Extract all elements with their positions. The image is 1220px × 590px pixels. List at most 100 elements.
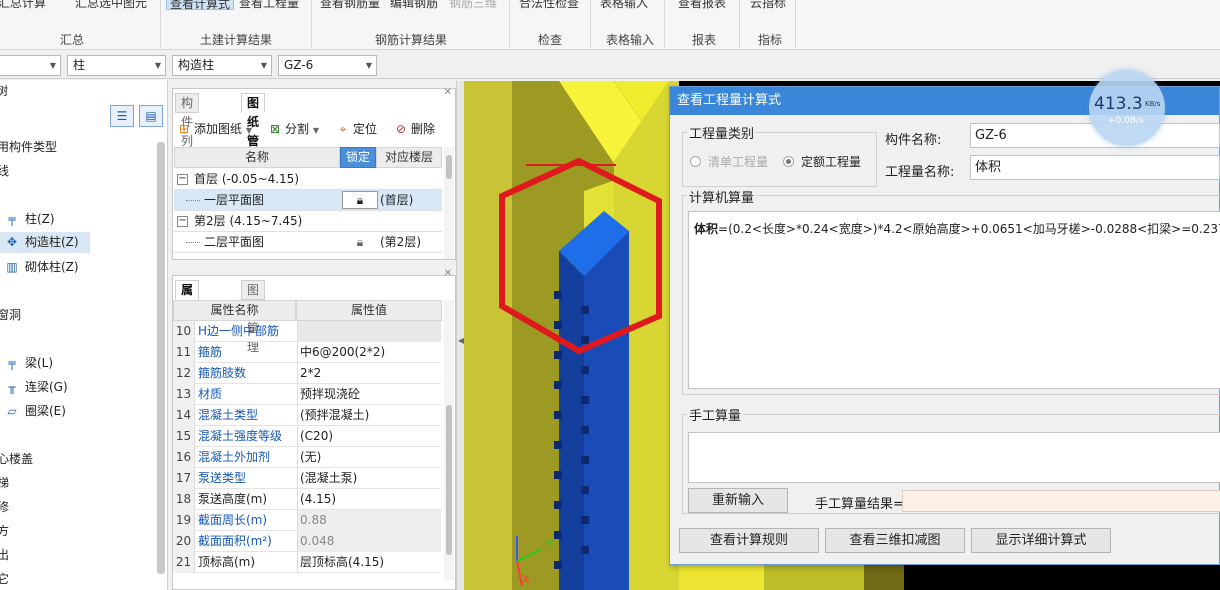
radio-quota-quantity[interactable]: 定额工程量 <box>783 153 861 170</box>
subtype-select[interactable]: 构造柱 ▼ <box>172 55 272 76</box>
property-value[interactable]: (预拌混凝土) <box>297 405 441 426</box>
tree-item-other[interactable]: 它 <box>0 570 9 587</box>
property-row[interactable]: 15 混凝土强度等级 (C20) <box>173 426 441 447</box>
view-report-button[interactable]: 查看报表 <box>678 0 726 11</box>
manual-input-textbox[interactable] <box>688 432 1220 483</box>
view-rebar-button[interactable]: 查看钢筋量 <box>320 0 380 11</box>
tree-item-masonry-column[interactable]: ▥ 砌体柱(Z) <box>5 258 78 275</box>
scroll-thumb[interactable] <box>446 405 452 555</box>
column-header-property-name[interactable]: 属性名称 <box>173 300 296 321</box>
property-row[interactable]: 19 截面周长(m) 0.88 <box>173 510 441 531</box>
drawing-group-row[interactable]: − 首层 (-0.05~4.15) <box>174 169 442 190</box>
property-row[interactable]: 13 材质 预拌现浇砼 <box>173 384 441 405</box>
tree-scrollbar[interactable] <box>157 142 165 574</box>
view-calc-rules-button[interactable]: 查看计算规则 <box>679 528 819 553</box>
property-value[interactable]: 中6@200(2*2) <box>297 342 441 363</box>
tab-drawing-management[interactable]: 图纸管理 <box>241 93 266 167</box>
property-row[interactable]: 16 混凝土外加剂 (无) <box>173 447 441 468</box>
reenter-button[interactable]: 重新输入 <box>688 488 788 513</box>
column-header-lock[interactable]: 锁定 <box>340 147 376 168</box>
property-value[interactable]: (混凝土泵) <box>297 468 441 489</box>
tree-item-openings[interactable]: 窗洞 <box>0 306 21 323</box>
drawing-scrollbar[interactable] <box>444 147 454 259</box>
floor-select[interactable]: ▼ <box>0 55 61 76</box>
view-3d-deduction-button[interactable]: 查看三维扣减图 <box>825 528 965 553</box>
column-header-name[interactable]: 名称 <box>174 147 340 168</box>
property-value[interactable] <box>297 321 441 342</box>
tree-item-protruding[interactable]: 出 <box>0 546 9 563</box>
scroll-thumb[interactable] <box>446 155 452 179</box>
tree-item-hollow-floor[interactable]: 心楼盖 <box>0 450 33 467</box>
column-header-property-value[interactable]: 属性值 <box>296 300 442 321</box>
tree-item-constructional-column[interactable]: ✥ 构造柱(Z) <box>0 232 90 253</box>
panel-splitter[interactable]: ◀ <box>456 81 464 590</box>
collapse-icon[interactable]: − <box>177 216 188 227</box>
property-row[interactable]: 18 泵送高度(m) (4.15) <box>173 489 441 510</box>
view-formula-button[interactable]: 查看计算式 <box>166 0 235 11</box>
network-upload-speed: +0.0B/s <box>1108 116 1144 126</box>
collapse-icon[interactable]: − <box>177 174 188 185</box>
property-row[interactable]: 12 箍筋肢数 2*2 <box>173 363 441 384</box>
tree-item-label: 连梁(G) <box>25 380 68 394</box>
component-select[interactable]: GZ-6 ▼ <box>278 55 377 76</box>
property-value[interactable]: 2*2 <box>297 363 441 384</box>
delete-button[interactable]: ⊘ 删除 <box>394 120 435 137</box>
locate-button[interactable]: ⌖ 定位 <box>336 120 377 137</box>
tree-item-coupling-beam[interactable]: ╥ 连梁(G) <box>5 378 68 395</box>
close-icon[interactable]: ✕ <box>444 268 452 279</box>
detail-view-icon[interactable]: ▤ <box>139 105 163 127</box>
tree-item-stairs[interactable]: 梯 <box>0 474 9 491</box>
property-value[interactable]: (C20) <box>297 426 441 447</box>
type-select[interactable]: 柱 ▼ <box>67 55 166 76</box>
rebar-3d-button[interactable]: 钢筋三维 <box>449 0 497 11</box>
property-value[interactable]: 层顶标高(4.15) <box>297 552 441 573</box>
split-button[interactable]: ⊠ 分割 ▼ <box>268 120 319 137</box>
tab-component-list[interactable]: 构件列表 <box>175 93 200 167</box>
ribbon-divider <box>664 0 665 48</box>
quantity-name-field[interactable]: 体积 <box>970 155 1220 180</box>
list-view-icon[interactable]: ☰ <box>110 105 134 127</box>
tree-item-ring-beam[interactable]: ▱ 圈梁(E) <box>5 402 66 419</box>
component-name-label: 构件名称: <box>885 133 942 148</box>
show-detailed-formula-button[interactable]: 显示详细计算式 <box>971 528 1111 553</box>
property-row[interactable]: 17 泵送类型 (混凝土泵) <box>173 468 441 489</box>
property-row[interactable]: 21 顶标高(m) 层顶标高(4.15) <box>173 552 441 573</box>
delete-label: 删除 <box>411 122 436 136</box>
property-row[interactable]: 11 箍筋 中6@200(2*2) <box>173 342 441 363</box>
add-drawing-button[interactable]: ⊞ 添加图纸 ▼ <box>177 120 252 137</box>
property-row[interactable]: 14 混凝土类型 (预拌混凝土) <box>173 405 441 426</box>
drawing-row[interactable]: 一层平面图 🔒︎ (首层) <box>174 190 442 211</box>
tree-item-beam[interactable]: ╤ 梁(L) <box>5 354 53 371</box>
property-row[interactable]: 10 H边一侧中部筋 <box>173 321 441 342</box>
lock-icon[interactable]: 🔒︎ <box>342 191 378 209</box>
property-row[interactable]: 20 截面面积(m²) 0.048 <box>173 531 441 552</box>
column-header-floor[interactable]: 对应楼层 <box>376 147 442 168</box>
property-value[interactable]: (无) <box>297 447 441 468</box>
table-input-button[interactable]: 表格输入 <box>600 0 648 11</box>
tree-item-earthwork[interactable]: 方 <box>0 522 9 539</box>
tree-item-column[interactable]: ╤ 柱(Z) <box>5 210 54 227</box>
drawing-group-row[interactable]: − 第2层 (4.15~7.45) <box>174 211 442 232</box>
tab-property-list[interactable]: 属性列表 <box>175 280 200 354</box>
drawing-name: 一层平面图 <box>204 193 265 207</box>
close-icon[interactable]: ✕ <box>444 87 452 98</box>
validity-check-button[interactable]: 合法性检查 <box>519 0 579 11</box>
property-value[interactable]: 预拌现浇砼 <box>297 384 441 405</box>
manual-result-field[interactable] <box>902 490 1220 512</box>
tree-item-axis[interactable]: 线 <box>0 162 9 179</box>
cloud-index-button[interactable]: 云指标 <box>750 0 786 11</box>
summary-selected-button[interactable]: 汇总选中图元 <box>75 0 147 11</box>
edit-rebar-button[interactable]: 编辑钢筋 <box>390 0 438 11</box>
radio-list-quantity[interactable]: 清单工程量 <box>690 153 768 170</box>
tree-item-common-types[interactable]: 用构件类型 <box>0 138 57 155</box>
formula-textbox[interactable]: 体积=(0.2<长度>*0.24<宽度>)*4.2<原始高度>+0.0651<加… <box>688 211 1220 389</box>
tab-layer-management[interactable]: 图层管理 <box>241 280 266 354</box>
drawing-row[interactable]: 二层平面图 🔒︎ (第2层) <box>174 232 442 253</box>
network-speed-badge[interactable]: 413.3 KB/s +0.0B/s <box>1089 70 1165 146</box>
property-scrollbar[interactable] <box>444 300 454 580</box>
view-quantity-button[interactable]: 查看工程量 <box>239 0 299 11</box>
tree-item-decoration[interactable]: 修 <box>0 498 9 515</box>
summary-calc-button[interactable]: 汇总计算 <box>0 0 46 11</box>
property-value[interactable]: (4.15) <box>297 489 441 510</box>
lock-icon[interactable]: 🔒︎ <box>342 232 378 253</box>
